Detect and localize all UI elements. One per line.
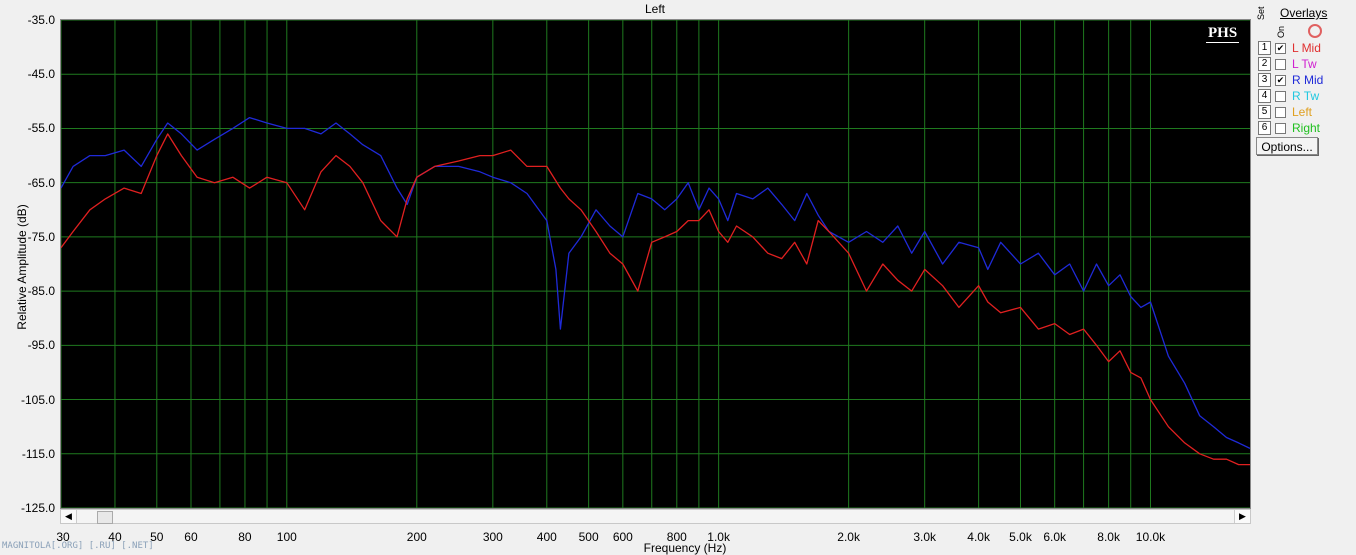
- series-line-r-mid: [61, 116, 1250, 449]
- overlay-checkbox[interactable]: ✔: [1275, 74, 1286, 86]
- phs-badge: PHS: [1206, 25, 1240, 43]
- x-tick-label: 5.0k: [1009, 530, 1032, 544]
- overlay-set-button[interactable]: 3: [1258, 73, 1271, 87]
- x-tick-label: 500: [578, 530, 599, 544]
- y-tick-label: -95.0: [27, 338, 55, 353]
- overlay-label: Right: [1292, 121, 1321, 135]
- x-tick-label: 300: [482, 530, 503, 544]
- x-tick-label: 200: [406, 530, 427, 544]
- x-tick-label: 400: [536, 530, 557, 544]
- x-tick-label: 6.0k: [1043, 530, 1067, 544]
- overlay-set-button[interactable]: 1: [1258, 41, 1271, 55]
- watermark-text: MAGNITOLA[.ORG] [.RU] [.NET]: [2, 541, 154, 551]
- overlay-set-button[interactable]: 2: [1258, 57, 1271, 71]
- chart-title: Left: [644, 2, 665, 16]
- scroll-right-button[interactable]: ▶: [1234, 510, 1250, 523]
- plot-svg: [61, 20, 1250, 508]
- x-tick-label: 10.0k: [1135, 530, 1166, 544]
- x-tick-label: 2.0k: [837, 530, 860, 544]
- series-line-l-mid: [61, 133, 1250, 466]
- frequency-scrollbar[interactable]: ◀ ▶: [60, 509, 1251, 524]
- y-tick-label: -65.0: [27, 175, 55, 190]
- overlay-set-button[interactable]: 5: [1258, 105, 1271, 119]
- overlay-row: 2 L Tw: [1258, 56, 1317, 72]
- overlay-on-column-label: On: [1276, 25, 1286, 38]
- scroll-thumb[interactable]: [97, 511, 113, 524]
- overlay-set-button[interactable]: 4: [1258, 89, 1271, 103]
- overlays-title: Overlays: [1280, 6, 1328, 20]
- overlay-label: R Tw: [1292, 89, 1320, 103]
- overlay-row: 4 R Tw: [1258, 88, 1319, 104]
- overlay-set-column-label: Set: [1256, 6, 1266, 20]
- y-tick-label: -115.0: [21, 446, 55, 461]
- overlay-label: L Tw: [1292, 57, 1317, 71]
- y-tick-label: -35.0: [27, 13, 55, 27]
- y-tick-label: -45.0: [27, 67, 55, 82]
- overlay-checkbox[interactable]: [1275, 58, 1286, 70]
- overlay-label: L Mid: [1292, 41, 1321, 55]
- overlay-checkbox[interactable]: [1275, 122, 1286, 134]
- overlay-checkbox[interactable]: ✔: [1275, 42, 1286, 54]
- y-tick-label: -55.0: [27, 121, 55, 136]
- y-tick-label: -75.0: [27, 229, 55, 244]
- y-tick-label: -125.0: [20, 501, 55, 515]
- x-tick-label: 4.0k: [967, 530, 990, 544]
- overlay-row: 6 Right: [1258, 120, 1320, 136]
- plot-area[interactable]: [60, 19, 1251, 509]
- x-tick-label: 60: [184, 530, 198, 544]
- overlay-row: 3 ✔ R Mid: [1258, 72, 1323, 88]
- overlay-label: Left: [1292, 105, 1313, 119]
- x-tick-label: 80: [238, 530, 252, 544]
- x-tick-label: 100: [276, 530, 297, 544]
- y-tick-label: -85.0: [27, 284, 55, 299]
- scroll-left-button[interactable]: ◀: [61, 510, 77, 523]
- overlay-row: 5 Left: [1258, 104, 1312, 120]
- overlay-set-button[interactable]: 6: [1258, 121, 1271, 135]
- overlay-checkbox[interactable]: [1275, 90, 1286, 102]
- options-button[interactable]: Options...: [1256, 137, 1318, 155]
- overlay-label: R Mid: [1292, 73, 1324, 87]
- overlay-row: 1 ✔ L Mid: [1258, 40, 1321, 56]
- overlay-checkbox[interactable]: [1275, 106, 1286, 118]
- y-axis-label: Relative Amplitude (dB): [15, 204, 29, 330]
- x-tick-label: 8.0k: [1097, 530, 1120, 544]
- x-tick-label: 3.0k: [913, 530, 937, 544]
- x-axis-label: Frequency (Hz): [643, 541, 727, 555]
- y-tick-label: -105.0: [20, 392, 55, 407]
